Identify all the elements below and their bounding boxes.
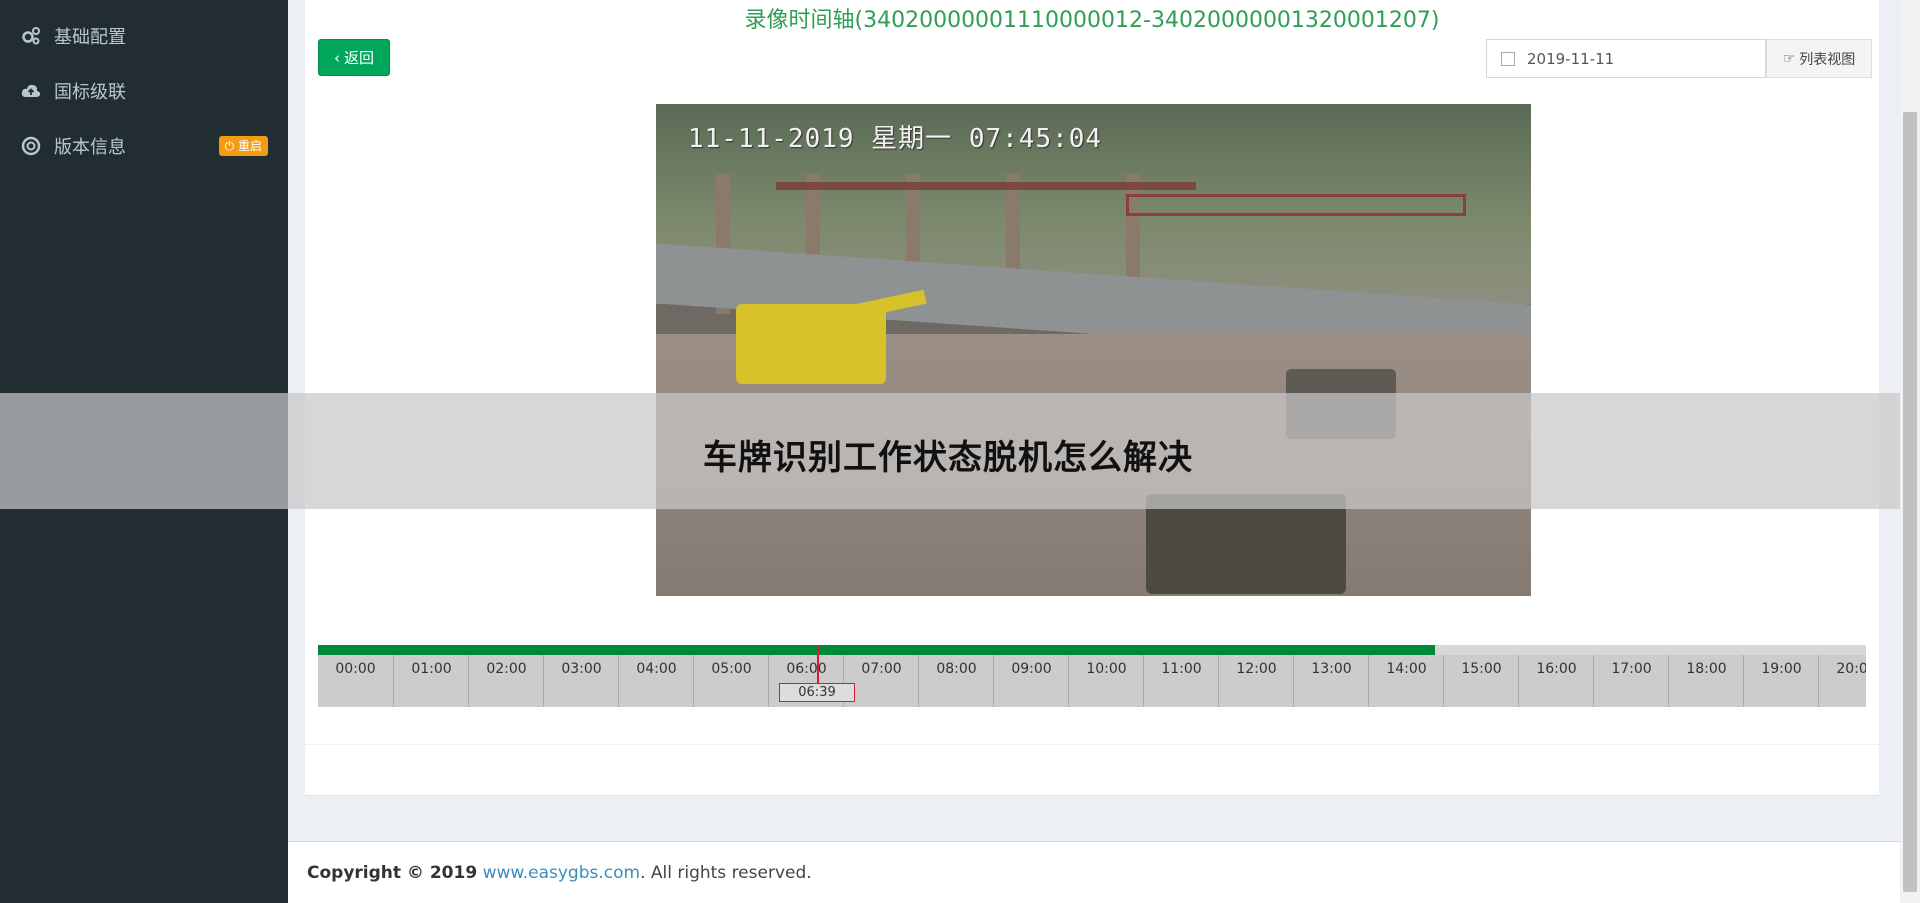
timeline-tick-label: 19:00 bbox=[1761, 661, 1802, 677]
scrollbar[interactable] bbox=[1900, 0, 1920, 903]
timeline-tick-label: 14:00 bbox=[1386, 661, 1427, 677]
timeline-tick-label: 09:00 bbox=[1011, 661, 1052, 677]
sidebar-item-label: 国标级联 bbox=[54, 82, 126, 103]
calendar-icon bbox=[1501, 51, 1515, 66]
video-scene-bulldozer bbox=[1146, 494, 1346, 594]
back-button-label: 返回 bbox=[343, 49, 374, 67]
video-scene-truss bbox=[1126, 194, 1466, 216]
chevron-left-icon: ‹ bbox=[333, 48, 340, 67]
timeline-tick: 01:00 bbox=[393, 655, 468, 707]
timeline-tick-label: 02:00 bbox=[486, 661, 527, 677]
timeline-tick-label: 03:00 bbox=[561, 661, 602, 677]
sidebar-item-gb-cascade[interactable]: 国标级联 bbox=[0, 71, 288, 111]
timeline-tick-label: 16:00 bbox=[1536, 661, 1577, 677]
timeline-tick-label: 15:00 bbox=[1461, 661, 1502, 677]
sidebar-item-label: 基础配置 bbox=[54, 27, 126, 48]
timeline-recorded-bar bbox=[318, 645, 1435, 655]
divider bbox=[305, 744, 1879, 745]
timeline-tick: 00:00 bbox=[318, 655, 393, 707]
timeline-tick-label: 13:00 bbox=[1311, 661, 1352, 677]
footer-text: Copyright © 2019 www.easygbs.com. All ri… bbox=[307, 863, 812, 883]
timeline-cursor-label: 06:39 bbox=[779, 683, 855, 702]
timeline-tick: 12:00 bbox=[1218, 655, 1293, 707]
timeline-ticks: 00:00 01:00 02:00 03:00 04:00 05:00 06:00 07:00… bbox=[318, 655, 1866, 707]
footer-copyright: Copyright © 2019 bbox=[307, 863, 478, 883]
timeline-tick-label: 00:00 bbox=[335, 661, 376, 677]
life-ring-icon bbox=[20, 135, 42, 157]
timeline-tick-label: 20:00 bbox=[1836, 661, 1866, 677]
power-icon: ⏻ bbox=[224, 139, 235, 153]
footer-rest: . All rights reserved. bbox=[640, 863, 812, 883]
restart-badge[interactable]: ⏻ 重启 bbox=[218, 136, 268, 156]
timeline-tick-label: 10:00 bbox=[1086, 661, 1127, 677]
timeline-tick-label: 17:00 bbox=[1611, 661, 1652, 677]
timeline-tick: 16:00 bbox=[1518, 655, 1593, 707]
timeline-tick-label: 18:00 bbox=[1686, 661, 1727, 677]
timeline-tick: 17:00 bbox=[1593, 655, 1668, 707]
video-osd-timestamp: 11-11-2019 星期一 07:45:04 bbox=[688, 124, 1103, 154]
timeline-tick-label: 04:00 bbox=[636, 661, 677, 677]
timeline-tick: 20:00 bbox=[1818, 655, 1866, 707]
timeline-tick: 18:00 bbox=[1668, 655, 1743, 707]
timeline-tick-label: 08:00 bbox=[936, 661, 977, 677]
timeline-tick: 15:00 bbox=[1443, 655, 1518, 707]
timeline-tick-label: 06:00 bbox=[786, 661, 827, 677]
timeline-tick-label: 05:00 bbox=[711, 661, 752, 677]
timeline-tick-label: 07:00 bbox=[861, 661, 902, 677]
overlay-banner-text: 车牌识别工作状态脱机怎么解决 bbox=[703, 438, 1193, 478]
hand-pointer-icon: ☞ bbox=[1782, 50, 1796, 67]
timeline[interactable]: 00:00 01:00 02:00 03:00 04:00 05:00 06:00 07:00… bbox=[318, 645, 1866, 707]
timeline-tick: 10:00 bbox=[1068, 655, 1143, 707]
scrollbar-thumb[interactable] bbox=[1903, 112, 1917, 892]
video-scene-beam bbox=[776, 182, 1196, 190]
cloud-upload-icon bbox=[20, 80, 42, 102]
timeline-tick: 11:00 bbox=[1143, 655, 1218, 707]
footer: Copyright © 2019 www.easygbs.com. All ri… bbox=[288, 841, 1900, 903]
footer-link[interactable]: www.easygbs.com bbox=[483, 863, 641, 883]
timeline-tick: 09:00 bbox=[993, 655, 1068, 707]
back-button[interactable]: ‹ 返回 bbox=[318, 39, 390, 76]
sidebar-item-basic-config[interactable]: 基础配置 bbox=[0, 16, 288, 56]
page-title: 录像时间轴(34020000001110000012-3402000000132… bbox=[744, 8, 1440, 33]
timeline-tick: 19:00 bbox=[1743, 655, 1818, 707]
timeline-tick: 05:00 bbox=[693, 655, 768, 707]
list-view-button-label: 列表视图 bbox=[1799, 51, 1856, 68]
timeline-tick-label: 01:00 bbox=[411, 661, 452, 677]
restart-badge-label: 重启 bbox=[237, 139, 262, 153]
timeline-tick-label: 12:00 bbox=[1236, 661, 1277, 677]
timeline-tick-label: 11:00 bbox=[1161, 661, 1202, 677]
list-view-button[interactable]: ☞ 列表视图 bbox=[1766, 39, 1872, 78]
sidebar-item-version-info[interactable]: 版本信息 ⏻ 重启 bbox=[0, 126, 288, 166]
timeline-tick: 03:00 bbox=[543, 655, 618, 707]
gears-icon bbox=[20, 25, 42, 47]
timeline-tick: 04:00 bbox=[618, 655, 693, 707]
timeline-tick: 02:00 bbox=[468, 655, 543, 707]
timeline-tick: 13:00 bbox=[1293, 655, 1368, 707]
date-field[interactable] bbox=[1527, 49, 1727, 68]
timeline-tick: 08:00 bbox=[918, 655, 993, 707]
video-player[interactable]: 11-11-2019 星期一 07:45:04 bbox=[656, 104, 1531, 596]
timeline-tick: 14:00 bbox=[1368, 655, 1443, 707]
date-picker[interactable] bbox=[1486, 39, 1766, 78]
